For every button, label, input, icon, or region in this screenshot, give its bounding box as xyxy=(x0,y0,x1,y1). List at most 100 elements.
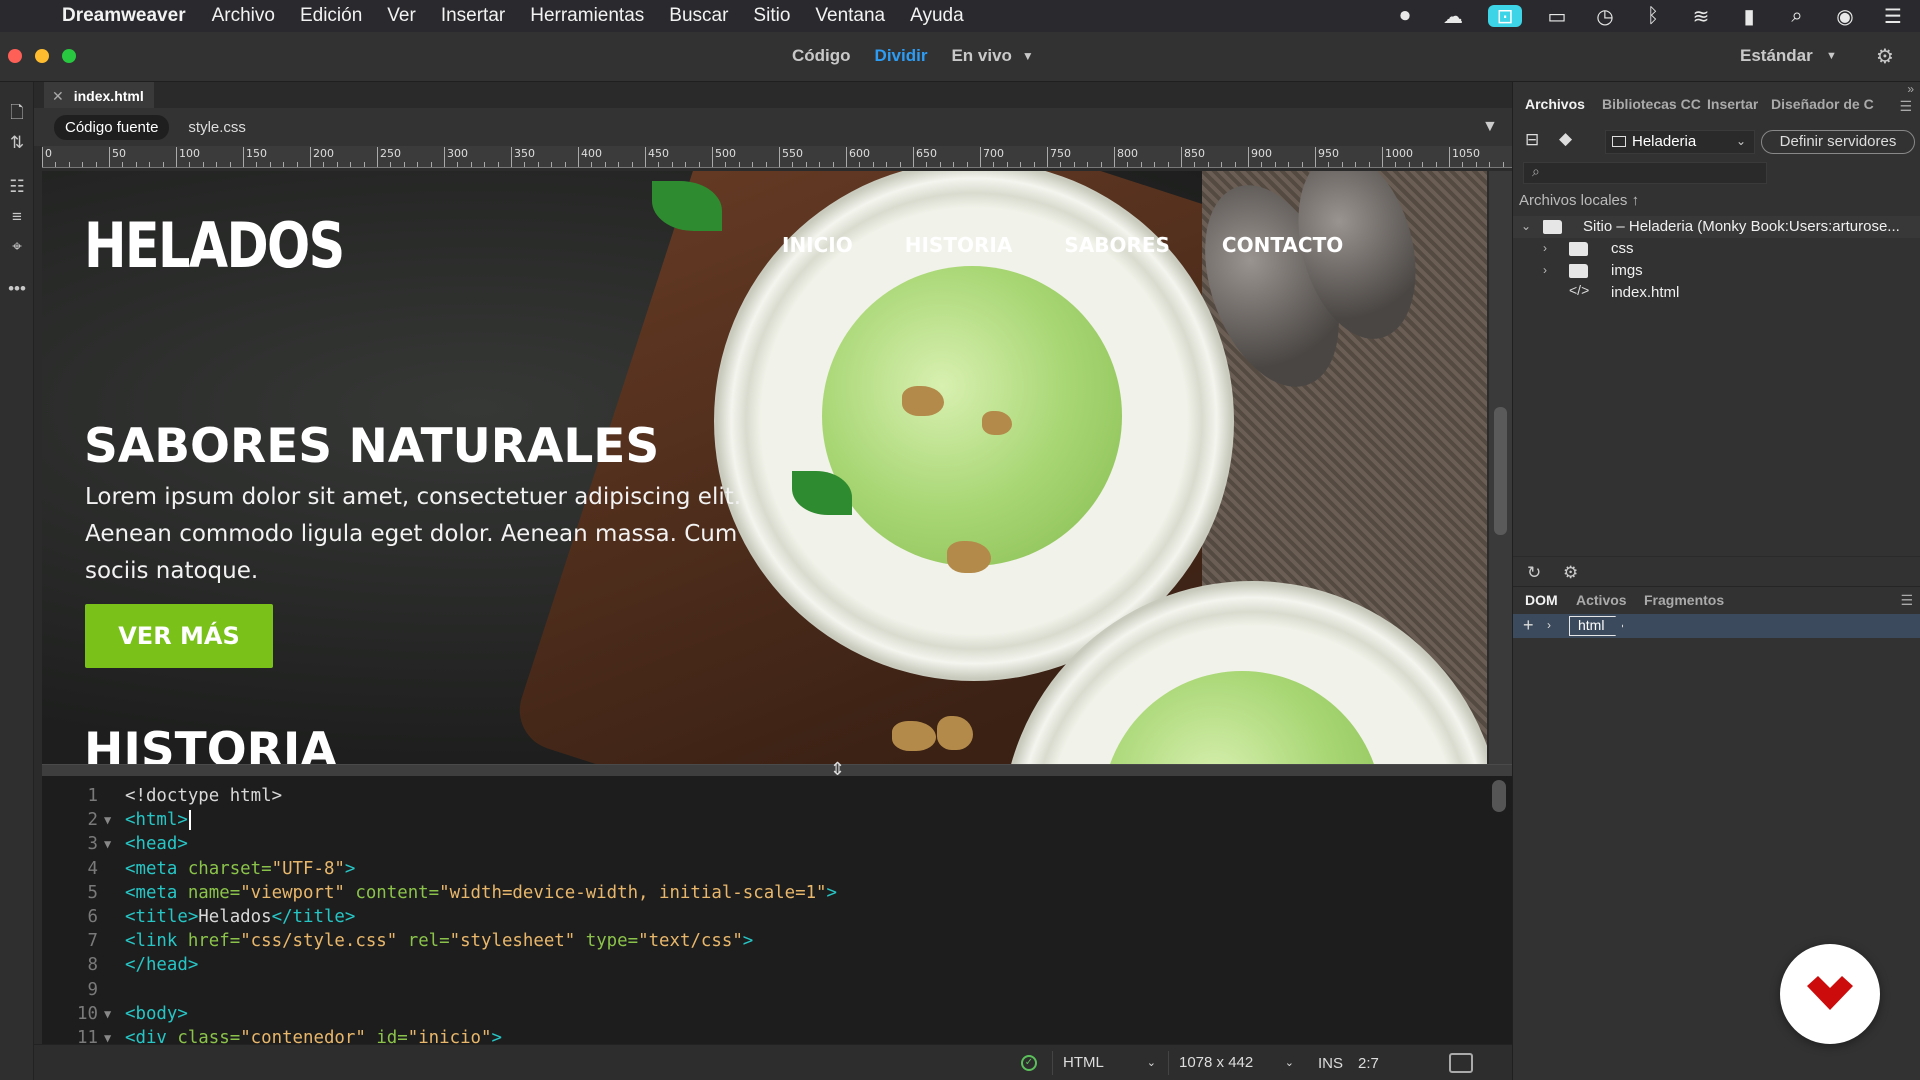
fold-toggle-icon[interactable]: ▼ xyxy=(104,832,111,856)
spotlight-icon[interactable]: ⌕ xyxy=(1784,5,1810,27)
define-servers-button[interactable]: Definir servidores xyxy=(1761,130,1915,154)
panel-collapse-icon[interactable]: » xyxy=(1907,82,1914,96)
zoom-window-button[interactable] xyxy=(62,49,76,63)
menu-archivo[interactable]: Archivo xyxy=(212,5,275,27)
menu-herramientas[interactable]: Herramientas xyxy=(530,5,644,27)
site-select[interactable]: Heladeria ⌄ xyxy=(1605,130,1755,154)
siri-icon[interactable]: ◉ xyxy=(1832,5,1858,28)
chevron-right-icon[interactable]: › xyxy=(1543,241,1547,255)
open-documents-icon[interactable]: 🗋 xyxy=(6,102,28,124)
panel-menu-icon[interactable]: ☰ xyxy=(1900,592,1913,609)
code-line[interactable]: 3 ▼ <head> xyxy=(42,832,1482,856)
tab-fragmentos[interactable]: Fragmentos xyxy=(1644,592,1724,608)
wifi-icon[interactable]: ≋ xyxy=(1688,5,1714,28)
fold-toggle-icon[interactable]: ▼ xyxy=(104,808,111,832)
fold-toggle-icon[interactable]: ▼ xyxy=(104,1002,111,1026)
inspect-icon[interactable]: ⌖ xyxy=(6,236,28,258)
time-machine-icon[interactable]: ◷ xyxy=(1592,5,1618,28)
nav-sabores[interactable]: SABORES xyxy=(1064,233,1170,257)
menu-edicion[interactable]: Edición xyxy=(300,5,362,27)
tree-item-css[interactable]: › css xyxy=(1513,238,1920,260)
chevron-down-icon[interactable]: ⌄ xyxy=(1521,219,1531,233)
window-size-select[interactable]: 1078 x 442 ⌄ xyxy=(1168,1051,1302,1075)
cloud-icon[interactable]: ☁ xyxy=(1440,5,1466,28)
code-view-scrollbar[interactable] xyxy=(1492,780,1506,812)
close-window-button[interactable] xyxy=(8,49,22,63)
menu-ayuda[interactable]: Ayuda xyxy=(910,5,964,27)
menu-ver[interactable]: Ver xyxy=(387,5,416,27)
code-line[interactable]: 5 <meta name="viewport" content="width=de… xyxy=(42,881,1482,905)
workspace-switcher[interactable]: Estándar xyxy=(1740,46,1813,66)
split-view-button[interactable]: Dividir xyxy=(875,46,928,66)
code-line[interactable]: 7 <link href="css/style.css" rel="stylesh… xyxy=(42,929,1482,953)
site-root-row[interactable]: ⌄ Sitio – Heladeria (Monky Book:Users:ar… xyxy=(1513,216,1920,238)
display-icon[interactable]: ▭ xyxy=(1544,5,1570,28)
tab-disenador[interactable]: Diseñador de C xyxy=(1771,96,1881,112)
live-view-button[interactable]: En vivo xyxy=(951,46,1011,66)
minimize-window-button[interactable] xyxy=(35,49,49,63)
git-icon[interactable]: ◆ xyxy=(1559,129,1572,149)
code-view-button[interactable]: Código xyxy=(792,46,851,66)
app-menu[interactable]: Dreamweaver xyxy=(62,5,186,27)
menu-sitio[interactable]: Sitio xyxy=(753,5,790,27)
battery-icon[interactable]: ▮ xyxy=(1736,5,1762,28)
scrollbar-thumb[interactable] xyxy=(1494,407,1507,535)
document-tab[interactable]: ✕ index.html xyxy=(44,82,154,108)
insert-mode[interactable]: INS xyxy=(1318,1055,1343,1072)
linting-ok-icon[interactable]: ✓ xyxy=(1021,1055,1037,1071)
menu-buscar[interactable]: Buscar xyxy=(669,5,728,27)
files-search-input[interactable]: ⌕ xyxy=(1523,162,1767,184)
manage-sites-icon[interactable]: ⚙ xyxy=(1563,563,1578,583)
file-transfer-icon[interactable]: ⇅ xyxy=(6,132,28,154)
live-view-scrollbar[interactable] xyxy=(1489,171,1512,764)
panel-menu-icon[interactable]: ☰ xyxy=(1899,98,1912,115)
local-files-header[interactable]: Archivos locales ↑ xyxy=(1519,192,1639,209)
connect-server-icon[interactable]: ⊟ xyxy=(1525,130,1539,150)
ver-mas-button[interactable]: VER MÁS xyxy=(85,604,273,668)
source-code-filter[interactable]: Código fuente xyxy=(54,114,170,140)
code-line[interactable]: 1 <!doctype html> xyxy=(42,784,1482,808)
format-source-icon[interactable]: ≡ xyxy=(6,206,28,228)
live-preview-icon[interactable] xyxy=(1449,1053,1473,1073)
refresh-icon[interactable]: ↻ xyxy=(1527,563,1541,583)
code-line[interactable]: 2 ▼ <html> xyxy=(42,808,1482,832)
chevron-right-icon[interactable]: › xyxy=(1543,263,1547,277)
dom-tag-html[interactable]: html xyxy=(1569,616,1624,636)
chevron-down-icon[interactable]: ▼ xyxy=(1022,46,1034,66)
document-type-select[interactable]: HTML ⌄ xyxy=(1052,1051,1164,1075)
code-line[interactable]: 4 <meta charset="UTF-8"> xyxy=(42,857,1482,881)
dom-tree-row[interactable]: + › html xyxy=(1513,614,1920,638)
tree-item-imgs[interactable]: › imgs xyxy=(1513,260,1920,282)
nav-inicio[interactable]: INICIO xyxy=(782,233,853,257)
tab-bibliotecas-cc[interactable]: Bibliotecas CC xyxy=(1602,96,1701,112)
stop-record-icon[interactable]: ⏺ xyxy=(1392,5,1418,27)
notification-center-icon[interactable]: ☰ xyxy=(1880,5,1906,28)
code-line[interactable]: 6 <title>Helados</title> xyxy=(42,905,1482,929)
filter-icon[interactable]: ▼ xyxy=(1482,118,1498,135)
tab-insertar[interactable]: Insertar xyxy=(1707,96,1758,112)
menu-insertar[interactable]: Insertar xyxy=(441,5,505,27)
chevron-right-icon[interactable]: › xyxy=(1547,618,1551,632)
style-css-filter[interactable]: style.css xyxy=(177,115,257,140)
tab-archivos[interactable]: Archivos xyxy=(1525,96,1585,112)
menu-ventana[interactable]: Ventana xyxy=(815,5,885,27)
more-tools-icon[interactable]: ••• xyxy=(6,278,28,300)
nav-contacto[interactable]: CONTACTO xyxy=(1222,233,1343,257)
badge-app-icon[interactable]: ⊡ xyxy=(1488,5,1522,28)
code-line[interactable]: 10 ▼ <body> xyxy=(42,1002,1482,1026)
split-divider[interactable]: ⇕ xyxy=(42,759,1512,779)
tree-item-index-html[interactable]: </> index.html xyxy=(1513,282,1920,304)
site-logo[interactable]: HELADOS xyxy=(84,209,345,282)
close-tab-icon[interactable]: ✕ xyxy=(52,88,64,105)
nav-historia[interactable]: HISTORIA xyxy=(905,233,1013,257)
tab-activos[interactable]: Activos xyxy=(1576,592,1627,608)
tab-dom[interactable]: DOM xyxy=(1525,592,1558,608)
code-line[interactable]: 9 xyxy=(42,978,1482,1002)
live-code-icon[interactable]: ☷ xyxy=(6,176,28,198)
code-view[interactable]: 1 <!doctype html> 2 ▼ <html> 3 ▼ <head> 4 <meta c… xyxy=(42,776,1512,1048)
bluetooth-icon[interactable]: ᛒ xyxy=(1640,5,1666,27)
sync-settings-icon[interactable]: ⚙ xyxy=(1876,44,1894,69)
code-line[interactable]: 8 </head> xyxy=(42,953,1482,977)
add-element-icon[interactable]: + xyxy=(1523,615,1534,636)
chevron-down-icon[interactable]: ▼ xyxy=(1826,50,1837,62)
